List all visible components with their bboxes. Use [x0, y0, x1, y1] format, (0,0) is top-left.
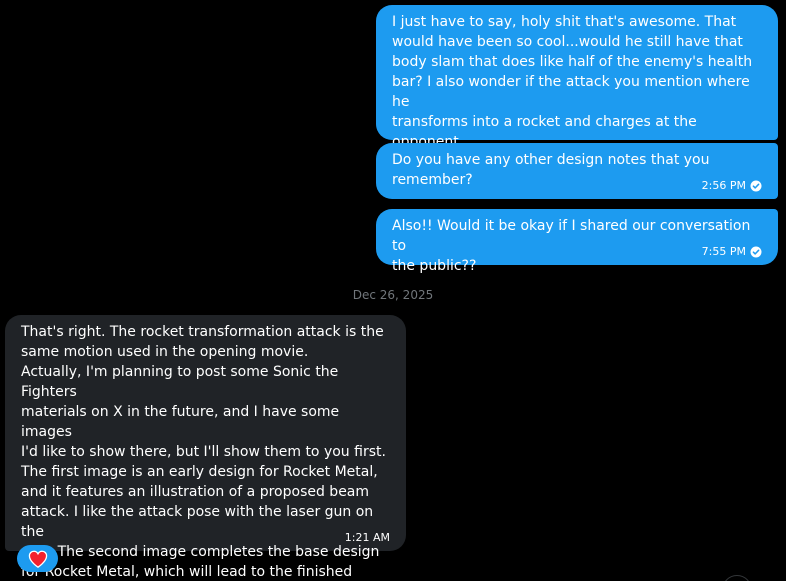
read-check-icon — [750, 180, 762, 191]
message-bubble-sent[interactable]: Do you have any other design notes that … — [376, 143, 778, 199]
date-separator: Dec 26, 2025 — [352, 288, 434, 302]
message-bubble-sent[interactable]: I just have to say, holy shit that's awe… — [376, 5, 778, 170]
scroll-to-bottom-button[interactable] — [722, 575, 752, 581]
message-timestamp: 2:56 PM — [701, 179, 746, 192]
dm-conversation: I just have to say, holy shit that's awe… — [0, 0, 786, 581]
message-meta: 1:21 AM — [345, 531, 390, 544]
message-meta: 7:55 PM — [702, 245, 762, 258]
reaction-pill[interactable] — [17, 545, 58, 572]
message-bubble-received[interactable]: That's right. The rocket transformation … — [5, 315, 406, 580]
message-meta: 2:56 PM — [702, 179, 762, 192]
message-timestamp: 1:21 AM — [344, 531, 390, 544]
message-text: That's right. The rocket transformation … — [21, 324, 386, 580]
heart-icon — [28, 550, 47, 568]
message-timestamp: 7:55 PM — [701, 245, 746, 258]
read-check-icon — [750, 246, 762, 257]
message-bubble-sent[interactable]: Also!! Would it be okay if I shared our … — [376, 209, 778, 274]
